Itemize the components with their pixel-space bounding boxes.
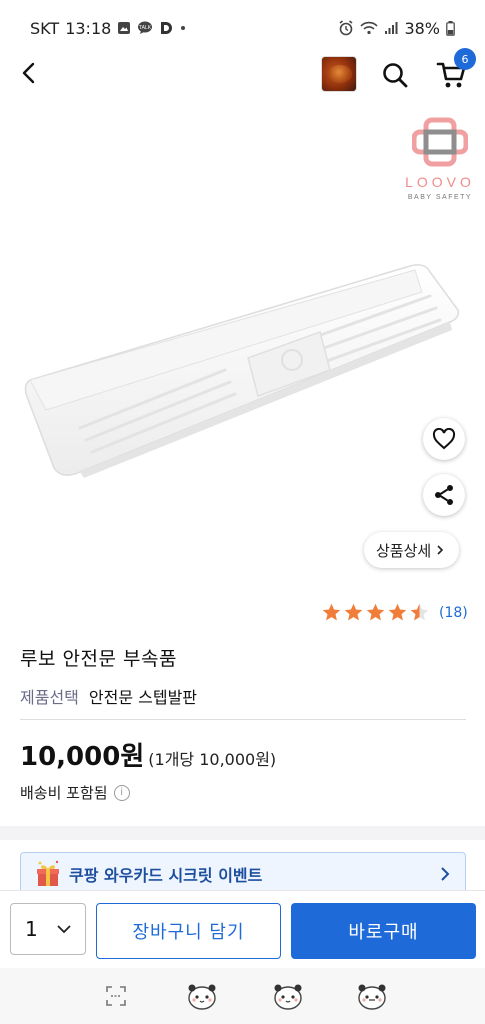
brand-name: LOOVO	[405, 174, 475, 190]
scan-icon	[106, 986, 126, 1006]
product-detail-label: 상품상세	[376, 541, 432, 560]
shipping-label: 배송비 포함됨	[20, 784, 108, 802]
wishlist-button[interactable]	[423, 418, 465, 460]
add-to-cart-button[interactable]: 장바구니 담기	[96, 903, 281, 959]
star-half-icon	[410, 603, 429, 621]
back-arrow-icon	[22, 62, 35, 84]
divider	[20, 719, 466, 720]
section-separator	[0, 826, 485, 840]
status-left: SKT 13:18 TALK	[30, 19, 187, 38]
promo-text: 쿠팡 와우카드 시크릿 이벤트	[69, 866, 263, 885]
back-button[interactable]	[14, 58, 44, 88]
scan-button[interactable]	[98, 978, 134, 1014]
review-count-link[interactable]: (18)	[439, 605, 468, 621]
alarm-icon	[338, 20, 354, 36]
status-right: 38%	[338, 19, 455, 38]
carrier-label: SKT	[30, 18, 60, 38]
info-icon[interactable]: i	[113, 784, 130, 801]
svg-text:TALK: TALK	[139, 25, 152, 31]
option-value: 안전문 스텝발판	[88, 688, 198, 707]
sticker-shortcut-3[interactable]	[354, 978, 390, 1014]
star-full-icon	[388, 603, 407, 621]
gallery-icon	[117, 21, 131, 35]
brand-logo-mark-icon	[412, 117, 468, 167]
battery-icon	[446, 20, 455, 36]
cart-count-badge: 6	[454, 48, 476, 70]
price-row: 10,000원 (1개당 10,000원)	[20, 736, 276, 773]
wifi-icon	[360, 21, 379, 35]
d-app-icon	[159, 21, 173, 35]
search-button[interactable]	[378, 58, 412, 92]
brand-tagline: BABY SAFETY	[407, 194, 473, 201]
share-icon	[435, 485, 453, 505]
system-nav-bar	[0, 968, 485, 1024]
option-key: 제품선택	[20, 688, 79, 707]
search-icon	[383, 63, 408, 88]
star-full-icon	[322, 603, 341, 621]
chevron-down-icon	[57, 925, 71, 934]
star-full-icon	[366, 603, 385, 621]
sticker-shortcut-2[interactable]	[270, 978, 306, 1014]
sticker-shortcut-1[interactable]	[184, 978, 220, 1014]
quantity-value: 1	[25, 917, 38, 941]
panda-sticker-icon	[274, 984, 302, 1010]
product-detail-button[interactable]: 상품상세	[364, 532, 460, 568]
panda-sticker-icon	[188, 984, 216, 1010]
share-button[interactable]	[423, 474, 465, 516]
unit-price: (1개당 10,000원)	[148, 750, 277, 769]
signal-icon	[384, 21, 398, 35]
battery-label: 38%	[404, 18, 440, 38]
step-plate-illustration	[24, 264, 460, 478]
rating[interactable]: (18)	[321, 602, 468, 623]
talk-icon: TALK	[137, 21, 153, 35]
app-header	[0, 44, 485, 104]
chevron-right-icon	[441, 867, 450, 881]
chevron-right-icon	[437, 545, 444, 555]
recent-product-thumbnail[interactable]	[321, 56, 357, 92]
product-title: 루보 안전문 부속품	[20, 648, 177, 670]
shipping-info: 배송비 포함됨 i	[20, 782, 130, 803]
heart-icon	[432, 428, 456, 450]
clock: 13:18	[65, 18, 112, 38]
purchase-bar: 1 장바구니 담기 바로구매	[0, 890, 485, 968]
buy-now-button[interactable]: 바로구매	[291, 903, 476, 959]
quantity-select[interactable]: 1	[10, 903, 86, 955]
star-full-icon	[344, 603, 363, 621]
dot-icon	[179, 24, 187, 32]
price: 10,000원	[20, 742, 145, 772]
brand-logo: LOOVO BABY SAFETY	[404, 116, 476, 216]
gift-icon	[37, 860, 59, 886]
panda-sticker-icon	[358, 984, 386, 1010]
option-selector[interactable]: 제품선택 안전문 스텝발판	[20, 684, 197, 708]
